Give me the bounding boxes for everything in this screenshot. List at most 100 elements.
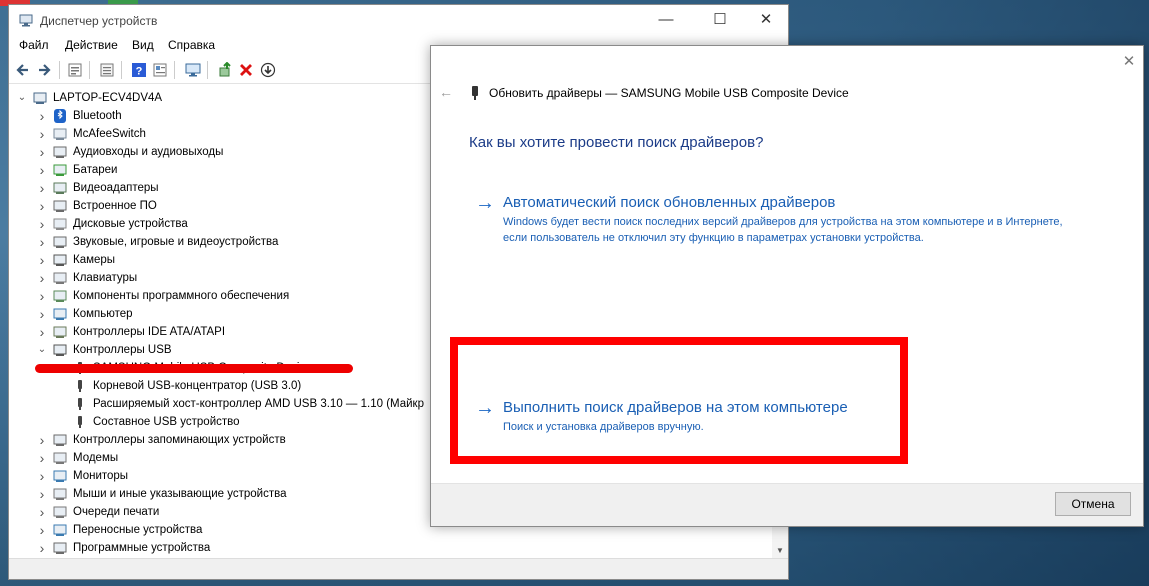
- status-bar: [9, 558, 788, 579]
- option-title[interactable]: Автоматический поиск обновленных драйвер…: [503, 194, 835, 211]
- chevron-right-icon[interactable]: ›: [37, 503, 47, 521]
- camera-icon: [53, 254, 67, 266]
- storage-controller-icon: [53, 434, 67, 446]
- usb-plug-icon: [78, 380, 82, 392]
- show-hidden-icon[interactable]: [67, 62, 83, 78]
- option-description: Windows будет вести поиск последних верс…: [503, 216, 1063, 244]
- usb-plug-icon: [78, 416, 82, 428]
- dialog-title: Обновить драйверы — SAMSUNG Mobile USB C…: [489, 86, 849, 100]
- tree-item-label: Мониторы: [73, 470, 129, 482]
- red-underline-annotation: [35, 364, 353, 373]
- tree-item-label: Дисковые устройства: [73, 218, 188, 230]
- chevron-down-icon[interactable]: ⌄: [37, 341, 47, 359]
- chevron-right-icon[interactable]: ›: [37, 233, 47, 251]
- chevron-right-icon[interactable]: ›: [37, 485, 47, 503]
- chevron-down-icon[interactable]: ⌄: [17, 89, 27, 107]
- firmware-icon: [53, 200, 67, 212]
- minimize-icon[interactable]: —: [643, 5, 689, 35]
- tree-item-label: Контроллеры запоминающих устройств: [73, 434, 286, 446]
- properties-icon[interactable]: [99, 62, 115, 78]
- forward-icon[interactable]: [36, 62, 52, 78]
- computer-icon: [33, 92, 47, 104]
- chevron-right-icon[interactable]: ›: [37, 161, 47, 179]
- svg-text:?: ?: [136, 66, 143, 78]
- software-component-icon: [53, 290, 67, 302]
- chevron-right-icon[interactable]: ›: [37, 323, 47, 341]
- dialog-footer: Отмена: [431, 483, 1143, 526]
- tree-item-label: Очереди печати: [73, 506, 160, 518]
- tree-item-label: Батареи: [73, 164, 118, 176]
- software-device-icon: [53, 542, 67, 554]
- chevron-right-icon[interactable]: ›: [37, 179, 47, 197]
- tree-item-label: Аудиовходы и аудиовыходы: [73, 146, 224, 158]
- chevron-right-icon[interactable]: ›: [37, 521, 47, 539]
- cancel-button[interactable]: Отмена: [1055, 492, 1131, 516]
- monitor-icon: [53, 470, 67, 482]
- chevron-right-icon[interactable]: ›: [37, 107, 47, 125]
- dialog-question: Как вы хотите провести поиск драйверов?: [469, 134, 764, 151]
- view-icon[interactable]: [152, 62, 168, 78]
- chevron-right-icon[interactable]: ›: [37, 467, 47, 485]
- chevron-right-icon[interactable]: ›: [37, 449, 47, 467]
- toolbar-separator: [207, 61, 208, 79]
- uninstall-icon[interactable]: [238, 62, 254, 78]
- usb-icon: [53, 344, 67, 356]
- help-icon[interactable]: ?: [131, 62, 147, 78]
- tree-item-label: McAfeeSwitch: [73, 128, 146, 140]
- dialog-close-icon[interactable]: ✕: [1119, 52, 1139, 72]
- tree-item-label: Составное USB устройство: [93, 416, 240, 428]
- network-icon: [53, 128, 67, 140]
- keyboard-icon: [53, 272, 67, 284]
- red-highlight-box: [450, 337, 908, 464]
- back-arrow-icon[interactable]: ←: [439, 84, 453, 100]
- tree-item-label: Компьютер: [73, 308, 133, 320]
- tree-item-label: Корневой USB-концентратор (USB 3.0): [93, 380, 302, 392]
- usb-device-icon: [472, 86, 478, 100]
- window-title: Диспетчер устройств: [40, 14, 158, 28]
- tree-item-label: Программные устройства: [73, 542, 211, 554]
- tree-item-label: Bluetooth: [73, 110, 122, 122]
- tree-item-label: Мыши и иные указывающие устройства: [73, 488, 287, 500]
- menu-action[interactable]: Действие: [65, 38, 118, 52]
- chevron-right-icon[interactable]: ›: [37, 305, 47, 323]
- modem-icon: [53, 452, 67, 464]
- menu-view[interactable]: Вид: [132, 38, 154, 52]
- menu-help[interactable]: Справка: [168, 38, 215, 52]
- maximize-icon[interactable]: ☐: [697, 5, 743, 35]
- title-bar[interactable]: Диспетчер устройств — ☐ ✕: [9, 5, 788, 35]
- tree-item-label: Модемы: [73, 452, 119, 464]
- tree-item-label: Встроенное ПО: [73, 200, 157, 212]
- chevron-right-icon[interactable]: ›: [37, 197, 47, 215]
- toolbar-separator: [174, 61, 175, 79]
- monitor-icon: [53, 308, 67, 320]
- tree-item-label: Расширяемый хост-контроллер AMD USB 3.10…: [93, 398, 424, 410]
- update-driver-icon[interactable]: [217, 62, 233, 78]
- tree-item-label: Камеры: [73, 254, 116, 266]
- tree-item-label: Звуковые, игровые и видеоустройства: [73, 236, 279, 248]
- ide-controller-icon: [53, 326, 67, 338]
- chevron-right-icon[interactable]: ›: [37, 215, 47, 233]
- scroll-down-icon[interactable]: ▼: [772, 543, 788, 559]
- battery-icon: [53, 164, 67, 176]
- chevron-right-icon[interactable]: ›: [37, 287, 47, 305]
- chevron-right-icon[interactable]: ›: [37, 125, 47, 143]
- chevron-right-icon[interactable]: ›: [37, 269, 47, 287]
- close-icon[interactable]: ✕: [743, 5, 789, 35]
- tree-item-label: Контроллеры IDE ATA/ATAPI: [73, 326, 226, 338]
- chevron-right-icon[interactable]: ›: [37, 143, 47, 161]
- portable-device-icon: [53, 524, 67, 536]
- download-icon[interactable]: [260, 62, 276, 78]
- scan-hardware-icon[interactable]: [185, 62, 201, 78]
- disk-icon: [53, 218, 67, 230]
- device-manager-icon: [19, 14, 33, 27]
- chevron-right-icon[interactable]: ›: [37, 431, 47, 449]
- tree-item-label: Клавиатуры: [73, 272, 138, 284]
- tree-category[interactable]: › Программные устройства: [9, 539, 772, 557]
- menu-file[interactable]: Файл: [19, 38, 49, 52]
- chevron-right-icon[interactable]: ›: [37, 251, 47, 269]
- toolbar-separator: [59, 61, 60, 79]
- chevron-right-icon[interactable]: ›: [37, 539, 47, 557]
- arrow-right-icon: →: [475, 192, 495, 214]
- usb-plug-icon: [78, 398, 82, 410]
- back-icon[interactable]: [15, 62, 31, 78]
